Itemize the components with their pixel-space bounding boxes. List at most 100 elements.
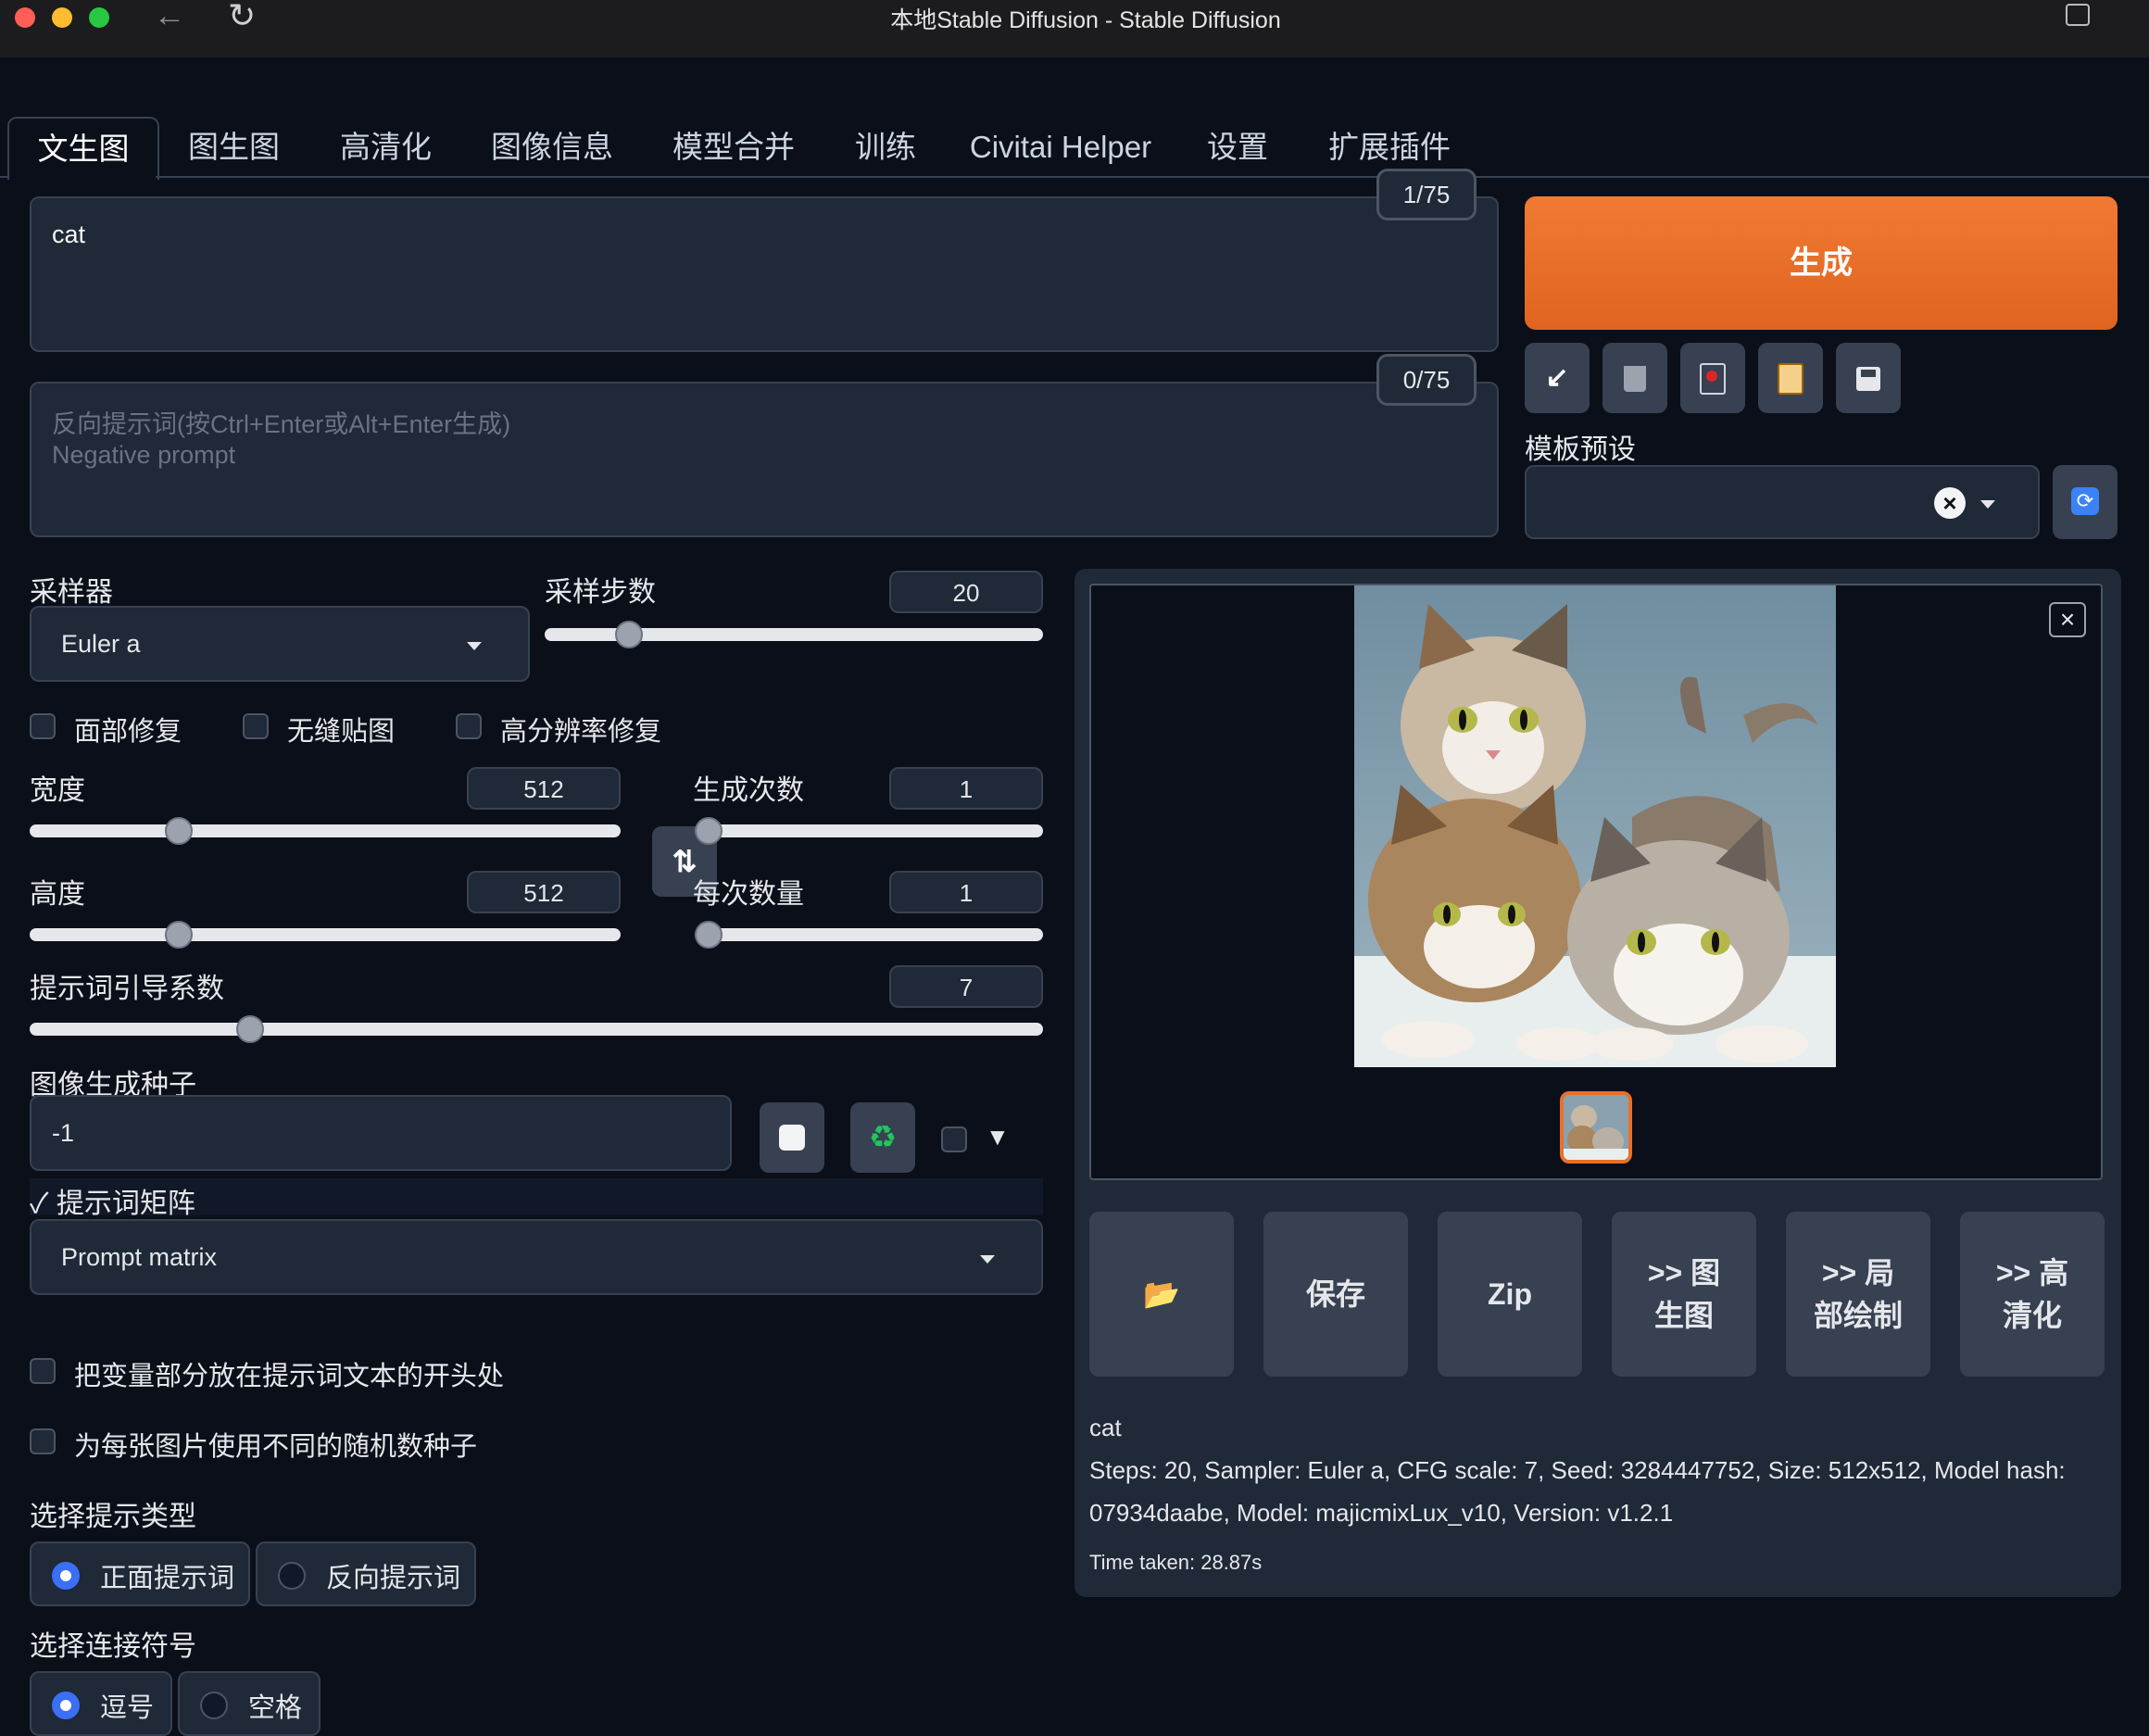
batch-count-slider-handle[interactable] xyxy=(695,817,723,845)
width-input[interactable]: 512 xyxy=(467,767,621,810)
width-slider-handle[interactable] xyxy=(164,817,193,845)
send-to-img2img-button[interactable]: >> 图生图 xyxy=(1612,1212,1756,1377)
triangle-down-icon: ▼ xyxy=(986,1123,1010,1151)
refresh-icon: ⟳ xyxy=(2071,487,2099,515)
save-icon xyxy=(1856,367,1880,392)
negative-prompt-textarea[interactable]: 反向提示词(按Ctrl+Enter或Alt+Enter生成) Negative … xyxy=(30,382,1499,537)
save-style-button[interactable] xyxy=(1836,343,1901,413)
width-label: 宽度 xyxy=(30,775,85,806)
radio-positive-prompt[interactable]: 正面提示词 xyxy=(30,1541,250,1606)
info-params-line-1: Steps: 20, Sampler: Euler a, CFG scale: … xyxy=(1089,1456,2066,1484)
height-slider-handle[interactable] xyxy=(164,921,193,949)
face-restore-checkbox[interactable] xyxy=(30,713,56,739)
radio-space[interactable]: 空格 xyxy=(178,1671,320,1736)
prompt-text: cat xyxy=(52,220,86,248)
cfg-slider-handle[interactable] xyxy=(236,1015,265,1043)
hires-fix-label: 高分辨率修复 xyxy=(500,717,662,747)
read-params-button[interactable]: ↙ xyxy=(1525,343,1590,413)
extra-networks-button[interactable] xyxy=(1680,343,1745,413)
chevron-down-icon xyxy=(467,642,482,650)
radio-indicator xyxy=(52,1692,80,1719)
thumbnail-image xyxy=(1564,1095,1628,1160)
tab-divider xyxy=(156,176,2149,178)
steps-label: 采样步数 xyxy=(545,577,656,608)
dice-icon xyxy=(779,1125,805,1151)
title-bar: ← ↻ 本地Stable Diffusion - Stable Diffusio… xyxy=(0,0,2149,57)
radio-comma[interactable]: 逗号 xyxy=(30,1671,172,1736)
tab-train[interactable]: 训练 xyxy=(843,117,928,178)
clear-prompt-button[interactable] xyxy=(1602,343,1667,413)
prompt-textarea[interactable]: cat xyxy=(30,196,1499,352)
height-slider-track[interactable] xyxy=(30,928,621,941)
seed-input[interactable]: -1 xyxy=(30,1095,732,1171)
extra-seed-checkbox[interactable] xyxy=(941,1126,967,1152)
refresh-styles-button[interactable]: ⟳ xyxy=(2053,465,2118,539)
steps-slider-handle[interactable] xyxy=(615,621,644,648)
tab-image-info[interactable]: 图像信息 xyxy=(482,117,622,178)
prompt-matrix-header[interactable]: ✓ 提示词矩阵 xyxy=(30,1180,195,1221)
reuse-seed-button[interactable]: ♻ xyxy=(850,1102,915,1173)
folder-icon: 📂 xyxy=(1143,1277,1180,1311)
trash-icon xyxy=(1624,366,1646,393)
batch-size-input[interactable]: 1 xyxy=(889,871,1043,913)
batch-count-slider-track[interactable] xyxy=(695,824,1043,837)
styles-dropdown[interactable]: × xyxy=(1525,465,2040,539)
close-icon: × xyxy=(2059,605,2076,634)
tiling-checkbox[interactable] xyxy=(243,713,269,739)
cats-illustration xyxy=(1354,585,1836,1067)
tab-settings[interactable]: 设置 xyxy=(1195,117,1280,178)
window-title: 本地Stable Diffusion - Stable Diffusion xyxy=(890,7,1281,33)
steps-input[interactable]: 20 xyxy=(889,571,1043,613)
open-folder-button[interactable]: 📂 xyxy=(1089,1212,1234,1377)
clear-icon[interactable]: × xyxy=(1934,487,1966,519)
different-seeds-checkbox[interactable] xyxy=(30,1428,56,1454)
sampler-value: Euler a xyxy=(61,630,141,658)
negative-prompt-placeholder-1: 反向提示词(按Ctrl+Enter或Alt+Enter生成) xyxy=(52,410,511,438)
radio-negative-prompt[interactable]: 反向提示词 xyxy=(256,1541,476,1606)
face-restore-label: 面部修复 xyxy=(74,717,182,747)
zip-button[interactable]: Zip xyxy=(1438,1212,1582,1377)
tiling-label: 无缝贴图 xyxy=(287,717,396,747)
send-to-extras-button[interactable]: >> 高清化 xyxy=(1960,1212,2105,1377)
zip-button-label: Zip xyxy=(1488,1277,1532,1311)
tab-civitai-helper[interactable]: Civitai Helper xyxy=(963,117,1158,178)
radio-comma-label: 逗号 xyxy=(100,1693,155,1723)
height-input[interactable]: 512 xyxy=(467,871,621,913)
random-seed-button[interactable] xyxy=(760,1102,824,1173)
put-variable-at-start-checkbox[interactable] xyxy=(30,1358,56,1384)
chevron-down-icon xyxy=(980,1255,995,1264)
sampler-dropdown[interactable]: Euler a xyxy=(30,606,530,682)
radio-indicator xyxy=(200,1692,228,1719)
generated-image[interactable] xyxy=(1354,585,1836,1067)
gallery-thumbnail[interactable] xyxy=(1560,1091,1632,1164)
batch-count-input[interactable]: 1 xyxy=(889,767,1043,810)
tab-upscale[interactable]: 高清化 xyxy=(328,117,444,178)
send-to-inpaint-label: >> 局部绘制 xyxy=(1813,1256,1903,1332)
generate-button[interactable]: 生成 xyxy=(1525,196,2118,330)
apply-style-button[interactable] xyxy=(1758,343,1823,413)
batch-size-slider-track[interactable] xyxy=(695,928,1043,941)
script-dropdown[interactable]: Prompt matrix xyxy=(30,1219,1043,1295)
cfg-label: 提示词引导系数 xyxy=(30,974,224,1004)
width-slider-track[interactable] xyxy=(30,824,621,837)
info-prompt: cat xyxy=(1089,1414,1122,1441)
cfg-input[interactable]: 7 xyxy=(889,965,1043,1008)
send-to-extras-label: >> 高清化 xyxy=(1995,1256,2069,1332)
seed-value: -1 xyxy=(52,1119,75,1147)
hires-fix-checkbox[interactable] xyxy=(456,713,482,739)
send-to-img2img-label: >> 图生图 xyxy=(1647,1256,1721,1332)
send-to-inpaint-button[interactable]: >> 局部绘制 xyxy=(1786,1212,1930,1377)
batch-count-label: 生成次数 xyxy=(693,775,804,806)
tab-model-merge[interactable]: 模型合并 xyxy=(660,117,808,178)
info-params-line-2: 07934daabe, Model: majicmixLux_v10, Vers… xyxy=(1089,1499,1674,1527)
negative-token-counter: 0/75 xyxy=(1376,354,1477,406)
share-icon[interactable] xyxy=(2066,4,2090,26)
chevron-down-icon xyxy=(1980,500,1995,509)
tab-txt2img[interactable]: 文生图 xyxy=(7,117,159,180)
save-button[interactable]: 保存 xyxy=(1263,1212,1408,1377)
close-gallery-button[interactable]: × xyxy=(2049,602,2086,637)
height-label: 高度 xyxy=(30,879,85,910)
tab-img2img[interactable]: 图生图 xyxy=(176,117,292,178)
batch-size-slider-handle[interactable] xyxy=(695,921,723,949)
cfg-slider-track[interactable] xyxy=(30,1023,1043,1036)
